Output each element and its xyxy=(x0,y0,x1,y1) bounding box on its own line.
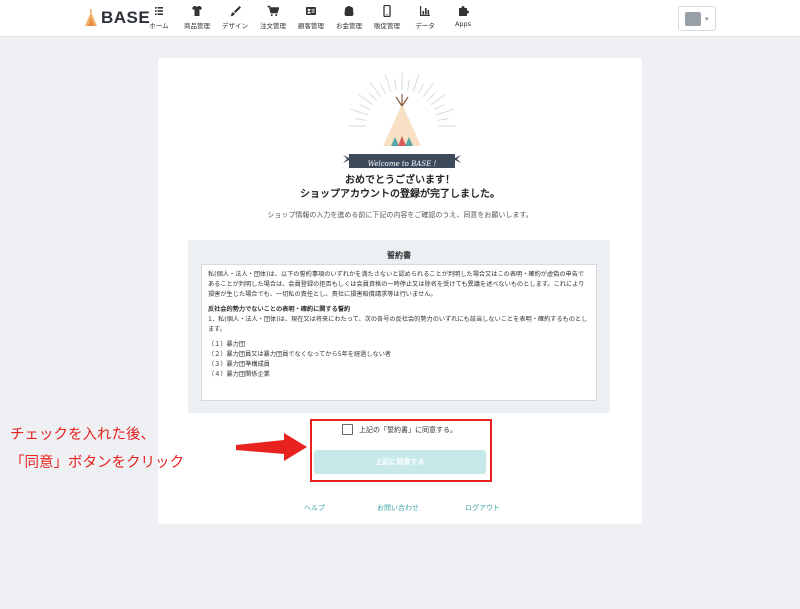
chevron-down-icon: ▾ xyxy=(705,14,709,23)
terms-list-item: （１）暴力団 xyxy=(208,341,246,348)
terms-panel: 誓約書 私(個人・法人・団体)は、以下の誓約事項のいずれかを満たさないと認められ… xyxy=(188,240,610,413)
brush-icon xyxy=(230,6,241,17)
nav-label: データ xyxy=(415,22,435,30)
main-nav: ホーム 商品管理 デザイン 注文管理 顧客管理 お金管理 販促管理 データ Ap… xyxy=(140,5,482,33)
agree-checkbox-label[interactable]: 上記の「誓約書」に同意する。 xyxy=(359,425,457,435)
wallet-icon xyxy=(344,6,354,16)
terms-list-item: （４）暴力団関係企業 xyxy=(208,371,270,378)
terms-intro: 私(個人・法人・団体)は、以下の誓約事項のいずれかを満たさないと認められることが… xyxy=(208,271,585,298)
welcome-illustration: Welcome to BASE ! xyxy=(343,66,461,174)
nav-label: ホーム xyxy=(149,22,169,30)
nav-item-promotion[interactable]: 販促管理 xyxy=(368,5,406,33)
nav-item-apps[interactable]: Apps xyxy=(444,5,482,33)
nav-item-orders[interactable]: 注文管理 xyxy=(254,5,292,33)
title-line-2: ショップアカウントの登録が完了しました。 xyxy=(300,189,500,200)
puzzle-icon xyxy=(459,6,469,16)
footer-logout-link[interactable]: ログアウト xyxy=(465,503,500,513)
store-icon xyxy=(685,11,701,26)
terms-title: 誓約書 xyxy=(387,251,411,260)
teepee-logo-icon xyxy=(85,9,97,26)
terms-section-title: 反社会的勢力でないことの表明・確約に関する誓約 xyxy=(208,306,351,313)
nav-label: 注文管理 xyxy=(260,22,286,30)
annotation-arrow-icon xyxy=(236,433,307,461)
page-title: おめでとうございます！ ショップアカウントの登録が完了しました。 xyxy=(158,174,642,202)
terms-list-item: （３）暴力団準構成員 xyxy=(208,361,270,368)
top-header: BASE ホーム 商品管理 デザイン 注文管理 顧客管理 お金管理 販促管理 デ… xyxy=(0,0,800,37)
nav-item-data[interactable]: データ xyxy=(406,5,444,33)
agree-button[interactable]: 上記に同意する xyxy=(314,450,486,474)
nav-label: デザイン xyxy=(222,22,248,30)
agree-checkbox[interactable] xyxy=(342,424,353,435)
footer-contact-link[interactable]: お問い合わせ xyxy=(377,503,419,513)
nav-item-products[interactable]: 商品管理 xyxy=(178,5,216,33)
nav-label: 販促管理 xyxy=(374,22,400,30)
agree-checkbox-row[interactable]: 上記の「誓約書」に同意する。 xyxy=(342,424,457,435)
shirt-icon xyxy=(192,6,202,16)
annotation-line-1: チェックを入れた後、 xyxy=(10,427,155,443)
cart-icon xyxy=(267,5,279,16)
footer-help-link[interactable]: ヘルプ xyxy=(304,503,325,513)
terms-list-item: （２）暴力団員又は暴力団員でなくなってから5年を経過しない者 xyxy=(208,351,392,358)
annotation-line-2: 「同意」ボタンをクリック xyxy=(10,455,184,471)
nav-label: お金管理 xyxy=(336,22,362,30)
nav-item-home[interactable]: ホーム xyxy=(140,5,178,33)
store-menu-button[interactable]: ▾ xyxy=(678,6,716,31)
nav-item-customers[interactable]: 顧客管理 xyxy=(292,5,330,33)
terms-section-body: 1．私(個人・法人・団体)は、現在又は将来にわたって、次の各号の反社会的勢力のい… xyxy=(208,316,588,333)
home-icon xyxy=(155,7,163,15)
page-subtitle: ショップ情報の入力を進める前に下記の内容をご確認のうえ、同意をお願いします。 xyxy=(267,211,533,219)
nav-item-money[interactable]: お金管理 xyxy=(330,5,368,33)
terms-scroll-area[interactable]: 私(個人・法人・団体)は、以下の誓約事項のいずれかを満たさないと認められることが… xyxy=(201,264,597,401)
nav-item-design[interactable]: デザイン xyxy=(216,5,254,33)
customer-icon xyxy=(306,7,316,15)
phone-icon xyxy=(383,5,391,17)
welcome-banner-text: Welcome to BASE ! xyxy=(367,160,437,168)
chart-icon xyxy=(420,6,430,16)
nav-label: Apps xyxy=(454,20,472,28)
nav-label: 商品管理 xyxy=(184,22,210,30)
title-line-1: おめでとうございます！ xyxy=(345,175,455,186)
nav-label: 顧客管理 xyxy=(298,22,324,30)
